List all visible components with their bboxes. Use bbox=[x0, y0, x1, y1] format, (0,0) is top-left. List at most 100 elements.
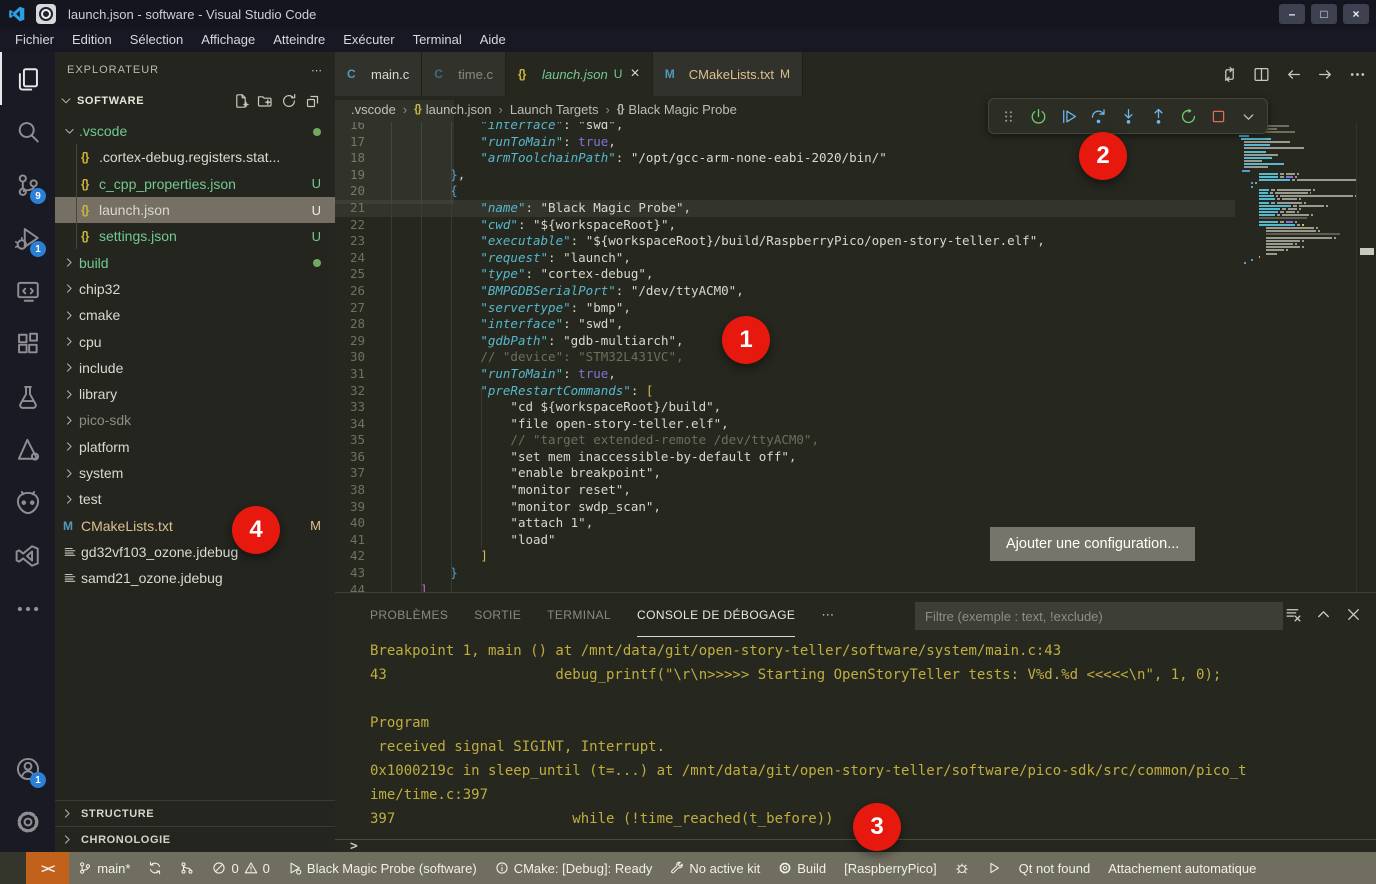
explorer-section-software[interactable]: SOFTWARE bbox=[55, 88, 335, 114]
status-git-sync[interactable] bbox=[139, 852, 171, 884]
activity-explorer[interactable] bbox=[0, 52, 55, 105]
activity-extensions[interactable] bbox=[0, 317, 55, 370]
minimap[interactable] bbox=[1237, 125, 1356, 592]
debug-console-filter-input[interactable] bbox=[915, 602, 1283, 630]
code-line-43[interactable]: 43 } bbox=[335, 565, 1235, 582]
debug-step-out-button[interactable] bbox=[1145, 103, 1171, 129]
collapse-icon[interactable] bbox=[305, 93, 321, 109]
code-line-21[interactable]: 21 "name": "Black Magic Probe", bbox=[335, 200, 1235, 217]
debug-restart-button[interactable] bbox=[1175, 103, 1201, 129]
code-line-38[interactable]: 38 "monitor reset", bbox=[335, 482, 1235, 499]
status-qt-status[interactable]: Qt not found bbox=[1010, 852, 1100, 884]
breadcrumb-item-launch-targets[interactable]: Launch Targets bbox=[510, 102, 599, 117]
status-launch-target[interactable] bbox=[978, 852, 1010, 884]
tree-item-pico-sdk[interactable]: pico-sdk bbox=[55, 407, 335, 433]
status-debug-config[interactable]: Black Magic Probe (software) bbox=[279, 852, 486, 884]
code-editor[interactable]: 16 "interface": "swd",17 "runToMain": tr… bbox=[335, 122, 1235, 592]
menu-fichier[interactable]: Fichier bbox=[6, 28, 63, 52]
activity-testing[interactable] bbox=[0, 370, 55, 423]
tree-item-chip32[interactable]: chip32 bbox=[55, 276, 335, 302]
debug-stop-button[interactable] bbox=[1205, 103, 1231, 129]
activity-settings[interactable] bbox=[0, 795, 55, 848]
debug-more-button[interactable] bbox=[1235, 103, 1261, 129]
breadcrumb-item-black-magic-probe[interactable]: {}Black Magic Probe bbox=[617, 102, 737, 117]
code-line-32[interactable]: 32 "preRestartCommands": [ bbox=[335, 383, 1235, 400]
menu-executer[interactable]: Exécuter bbox=[334, 28, 403, 52]
maximize-button[interactable]: □ bbox=[1311, 4, 1337, 24]
status-cmake-status[interactable]: CMake: [Debug]: Ready bbox=[486, 852, 662, 884]
add-configuration-button[interactable]: Ajouter une configuration... bbox=[990, 527, 1195, 561]
status-problems[interactable]: 00 bbox=[203, 852, 278, 884]
panel-more-icon[interactable]: ⋯ bbox=[821, 607, 834, 623]
status-debug-target[interactable] bbox=[946, 852, 978, 884]
sidebar-section-chronologie[interactable]: CHRONOLOGIE bbox=[55, 826, 335, 852]
tree-item-system[interactable]: system bbox=[55, 460, 335, 486]
clear-icon[interactable] bbox=[1285, 606, 1302, 623]
code-line-37[interactable]: 37 "enable breakpoint", bbox=[335, 465, 1235, 482]
code-line-25[interactable]: 25 "type": "cortex-debug", bbox=[335, 266, 1235, 283]
tab-time-c[interactable]: Ctime.c bbox=[422, 52, 506, 96]
new-folder-icon[interactable] bbox=[257, 93, 273, 109]
code-line-34[interactable]: 34 "file open-story-teller.elf", bbox=[335, 416, 1235, 433]
back-icon[interactable] bbox=[1285, 66, 1302, 83]
panel-tab-output[interactable]: SORTIE bbox=[474, 593, 521, 637]
panel-tab-debug-console[interactable]: CONSOLE DE DÉBOGAGE bbox=[637, 593, 795, 637]
tree-item-samd21-ozone-jdebug[interactable]: samd21_ozone.jdebug bbox=[55, 565, 335, 591]
minimap-viewport[interactable] bbox=[335, 100, 454, 204]
tree-item-cmakelists-txt[interactable]: MCMakeLists.txtM bbox=[55, 512, 335, 538]
debug-continue-button[interactable] bbox=[1055, 103, 1081, 129]
tree-item-library[interactable]: library bbox=[55, 381, 335, 407]
split-icon[interactable] bbox=[1253, 66, 1270, 83]
status-cmake-kit[interactable]: No active kit bbox=[661, 852, 769, 884]
status-auto-attach[interactable]: Attachement automatique bbox=[1099, 852, 1265, 884]
code-line-20[interactable]: 20 { bbox=[335, 183, 1235, 200]
activity-accounts[interactable]: 1 bbox=[0, 742, 55, 795]
menu-atteindre[interactable]: Atteindre bbox=[264, 28, 334, 52]
code-line-33[interactable]: 33 "cd ${workspaceRoot}/build", bbox=[335, 399, 1235, 416]
code-line-27[interactable]: 27 "servertype": "bmp", bbox=[335, 300, 1235, 317]
code-line-29[interactable]: 29 "gdbPath": "gdb-multiarch", bbox=[335, 333, 1235, 350]
status-build-target[interactable]: [RaspberryPico] bbox=[835, 852, 945, 884]
menu-edition[interactable]: Edition bbox=[63, 28, 121, 52]
scrollbar-thumb[interactable] bbox=[1360, 248, 1374, 255]
debug-console-prompt[interactable]: > bbox=[335, 839, 1376, 853]
sidebar-section-structure[interactable]: STRUCTURE bbox=[55, 800, 335, 826]
menu-affichage[interactable]: Affichage bbox=[192, 28, 264, 52]
tree-item-settings-json[interactable]: {}settings.jsonU bbox=[55, 223, 335, 249]
activity-remote-explorer[interactable] bbox=[0, 264, 55, 317]
tree-item-c-cpp-properties-json[interactable]: {}c_cpp_properties.jsonU bbox=[55, 171, 335, 197]
activity-cmake[interactable] bbox=[0, 423, 55, 476]
close-button[interactable]: × bbox=[1343, 4, 1369, 24]
code-line-36[interactable]: 36 "set mem inaccessible-by-default off"… bbox=[335, 449, 1235, 466]
new-file-icon[interactable] bbox=[233, 93, 249, 109]
activity-search[interactable] bbox=[0, 105, 55, 158]
activity-run-and-debug[interactable]: 1 bbox=[0, 211, 55, 264]
activity-platformio[interactable] bbox=[0, 476, 55, 529]
code-line-28[interactable]: 28 "interface": "swd", bbox=[335, 316, 1235, 333]
status-remote[interactable]: >< bbox=[26, 852, 69, 884]
debug-launch-button[interactable] bbox=[1025, 103, 1051, 129]
tree-item-launch-json[interactable]: {}launch.jsonU bbox=[55, 197, 335, 223]
activity-more-views[interactable] bbox=[0, 582, 55, 635]
tab-main-c[interactable]: Cmain.c bbox=[335, 52, 422, 96]
debug-step-into-button[interactable] bbox=[1115, 103, 1141, 129]
status-scm-graph[interactable] bbox=[171, 852, 203, 884]
tree-item-include[interactable]: include bbox=[55, 355, 335, 381]
tab-cmakelists-txt[interactable]: MCMakeLists.txtM bbox=[653, 52, 803, 96]
editor-scrollbar[interactable] bbox=[1356, 122, 1376, 592]
tab-launch-json[interactable]: {}launch.jsonU× bbox=[506, 52, 653, 96]
code-line-39[interactable]: 39 "monitor swdp_scan", bbox=[335, 499, 1235, 516]
debug-step-over-button[interactable] bbox=[1085, 103, 1111, 129]
tree-item-build[interactable]: build bbox=[55, 249, 335, 275]
panel-tab-terminal[interactable]: TERMINAL bbox=[547, 593, 611, 637]
dots-icon[interactable] bbox=[1349, 66, 1366, 83]
status-cmake-build[interactable]: Build bbox=[769, 852, 835, 884]
chev-up-icon[interactable] bbox=[1315, 606, 1332, 623]
tree-item-cpu[interactable]: cpu bbox=[55, 328, 335, 354]
activity-visual-studio[interactable] bbox=[0, 529, 55, 582]
tree-item-gd32vf103-ozone-jdebug[interactable]: gd32vf103_ozone.jdebug bbox=[55, 539, 335, 565]
status-git-branch[interactable]: main* bbox=[69, 852, 139, 884]
code-line-24[interactable]: 24 "request": "launch", bbox=[335, 250, 1235, 267]
close-icon[interactable]: × bbox=[630, 65, 639, 83]
code-line-44[interactable]: 44 ] bbox=[335, 582, 1235, 592]
